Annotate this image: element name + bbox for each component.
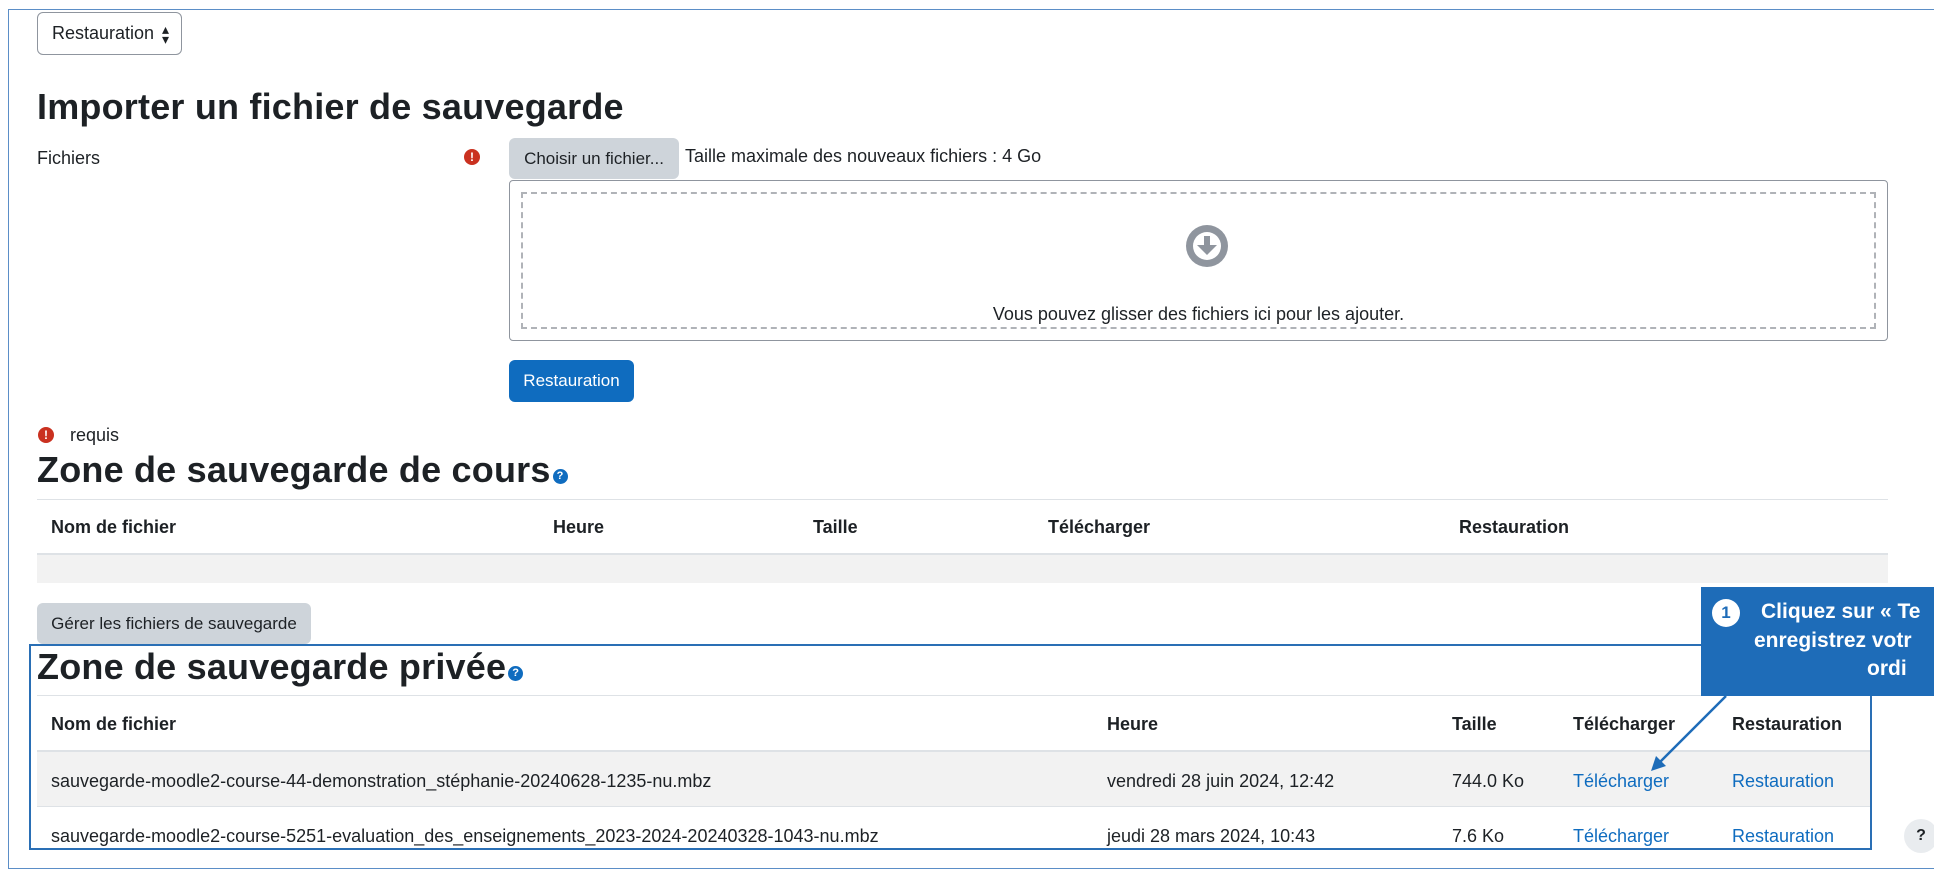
help-fab-button[interactable]: ? [1904,819,1934,853]
col-filename: Nom de fichier [51,714,177,734]
course-zone-heading: Zone de sauvegarde de cours? [37,449,568,491]
help-icon[interactable]: ? [552,468,568,484]
col-size: Taille [1452,714,1497,734]
table-row-time: vendredi 28 juin 2024, 12:42 [1107,771,1335,791]
file-dropzone[interactable]: Vous pouvez glisser des fichiers ici pou… [509,180,1888,341]
dropzone-area: Vous pouvez glisser des fichiers ici pou… [521,192,1876,329]
table-row-time: jeudi 28 mars 2024, 10:43 [1107,826,1316,846]
divider [37,695,1870,696]
col-time: Heure [1107,714,1159,734]
divider [37,806,1870,807]
download-link[interactable]: Télécharger [1573,826,1669,847]
sort-caret-icon: ▴ ▾ [161,21,169,47]
col-download: Télécharger [1048,517,1151,537]
choose-file-button[interactable]: Choisir un fichier... [509,138,679,179]
restore-link[interactable]: Restauration [1732,771,1834,792]
table-row-size: 7.6 Ko [1452,826,1505,846]
restore-link[interactable]: Restauration [1732,826,1834,847]
download-circle-icon [1186,225,1228,267]
table-row-size: 744.0 Ko [1452,771,1525,791]
table-row-filename: sauvegarde-moodle2-course-5251-evaluatio… [51,826,879,846]
required-legend-text: requis [70,425,120,445]
required-icon: ! [464,149,480,165]
col-restore: Restauration [1459,517,1570,537]
import-heading: Importer un fichier de sauvegarde [37,86,624,127]
help-icon[interactable]: ? [508,665,524,681]
callout-line-3: ordi [1867,657,1907,680]
restore-select[interactable]: Restauration ▴ ▾ [37,12,182,55]
manage-backups-button[interactable]: Gérer les fichiers de sauvegarde [37,603,311,644]
col-download: Télécharger [1573,714,1676,734]
files-label: Fichiers [37,148,101,168]
required-legend-icon: ! [38,427,54,443]
step-number-badge: 1 [1712,599,1740,627]
tutorial-callout: 1 Cliquez sur « Te enregistrez votr ordi [1701,587,1934,696]
col-restore: Restauration [1732,714,1843,734]
col-filename: Nom de fichier [51,517,177,537]
col-size: Taille [813,517,858,537]
download-link[interactable]: Télécharger [1573,771,1669,792]
empty-table-row [37,555,1888,583]
callout-line-1: Cliquez sur « Te [1761,600,1921,623]
col-time: Heure [553,517,605,537]
callout-line-2: enregistrez votr [1754,629,1912,652]
divider [37,499,1888,500]
dropzone-text: Vous pouvez glisser des fichiers ici pou… [992,304,1405,324]
max-size-text: Taille maximale des nouveaux fichiers : … [685,146,1042,166]
table-row-filename: sauvegarde-moodle2-course-44-demonstrati… [51,771,712,791]
restore-submit-button[interactable]: Restauration [509,360,634,402]
private-zone-heading: Zone de sauvegarde privée? [37,646,524,688]
